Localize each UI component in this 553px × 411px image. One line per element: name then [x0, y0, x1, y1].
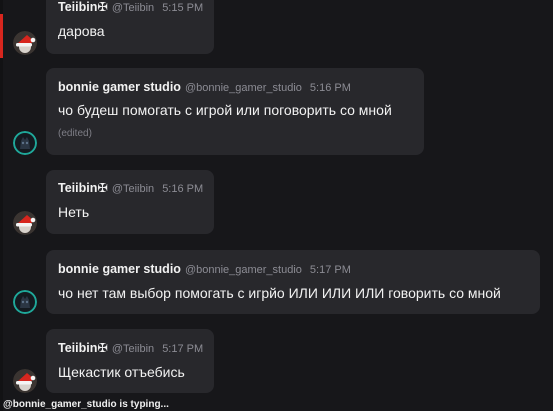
dark-creature-avatar-icon[interactable] [13, 131, 37, 155]
message-handle: @Teiibin [111, 183, 155, 195]
message-time: 5:16 PM [309, 82, 351, 94]
santa-hat-avatar-icon[interactable] [13, 211, 37, 235]
message-text: чо будеш помогать с игрой или поговорить… [58, 102, 392, 118]
message-header: Teiibin✠ @Teiibin 5:15 PM [58, 0, 203, 16]
message-author[interactable]: Teiibin✠ [58, 341, 108, 355]
message-bubble[interactable]: bonnie gamer studio @bonnie_gamer_studio 5… [46, 68, 424, 155]
channel-edge [0, 0, 3, 411]
message-time: 5:15 PM [162, 2, 204, 14]
santa-hat-avatar-icon[interactable] [13, 31, 37, 55]
message-time: 5:16 PM [162, 183, 204, 195]
message-author[interactable]: bonnie gamer studio [58, 80, 181, 94]
message-handle: @Teiibin [111, 343, 155, 355]
message-text: Щекастик отъебись [58, 364, 185, 380]
message-bubble[interactable]: Teiibin✠ @Teiibin 5:16 PM Неть [46, 170, 214, 234]
dark-creature-avatar-icon[interactable] [13, 290, 37, 314]
message-header: Teiibin✠ @Teiibin 5:17 PM [58, 340, 203, 357]
santa-hat-avatar-icon[interactable] [13, 369, 37, 393]
message-header: Teiibin✠ @Teiibin 5:16 PM [58, 180, 203, 197]
message-handle: @bonnie_gamer_studio [184, 264, 302, 276]
message-header: bonnie gamer studio @bonnie_gamer_studio 5… [58, 261, 351, 278]
message-header: bonnie gamer studio @bonnie_gamer_studio 5… [58, 79, 351, 96]
message-handle: @bonnie_gamer_studio [184, 82, 302, 94]
message-author[interactable]: bonnie gamer studio [58, 262, 181, 276]
message-bubble[interactable]: bonnie gamer studio @bonnie_gamer_studio 5… [46, 250, 540, 314]
message-time: 5:17 PM [309, 264, 351, 276]
message-time: 5:17 PM [162, 343, 204, 355]
message-bubble[interactable]: Teiibin✠ @Teiibin 5:17 PM Щекастик отъебис… [46, 329, 214, 393]
message-handle: @Teiibin [111, 2, 155, 14]
typing-indicator: @bonnie_gamer_studio is typing... [3, 399, 169, 410]
message-author[interactable]: Teiibin✠ [58, 0, 108, 14]
unread-accent-bar [0, 14, 3, 58]
message-author[interactable]: Teiibin✠ [58, 181, 108, 195]
edited-label: (edited) [58, 128, 92, 139]
message-bubble[interactable]: Teiibin✠ @Teiibin 5:15 PM дарова [46, 0, 214, 54]
message-text: Неть [58, 204, 90, 220]
message-text: дарова [58, 23, 105, 39]
message-text: чо нет там выбор помогать с игрйо ИЛИ ИЛ… [58, 285, 501, 301]
chat-panel: Teiibin✠ @Teiibin 5:15 PM дарова bonnie ga… [0, 0, 553, 411]
